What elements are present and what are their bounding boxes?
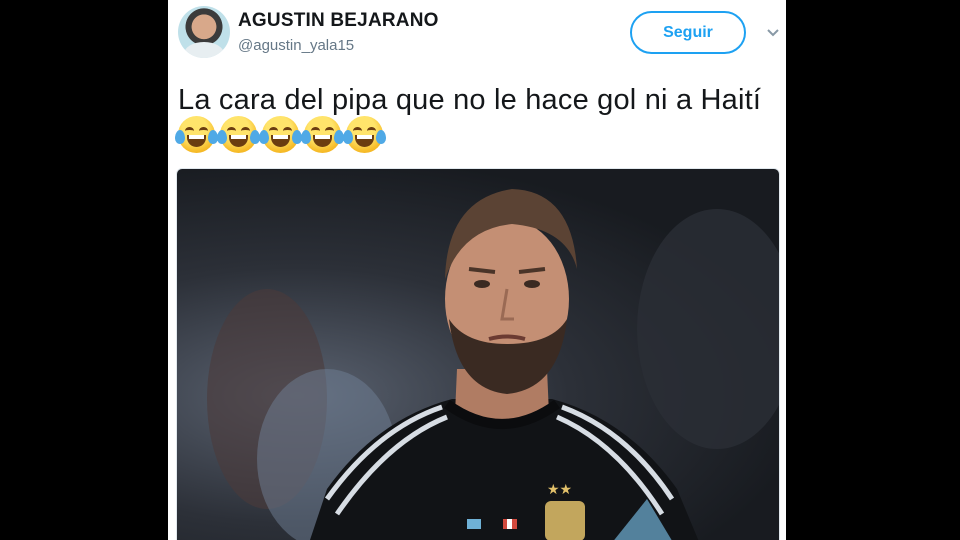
tweet-photo[interactable]: ★★	[176, 168, 780, 540]
emoji-row	[175, 116, 386, 153]
player-photo-illustration: ★★	[207, 189, 779, 540]
follow-button[interactable]: Seguir	[630, 11, 746, 54]
tears-of-joy-icon	[301, 116, 344, 153]
chevron-down-icon[interactable]	[766, 26, 780, 40]
tears-of-joy-icon	[217, 116, 260, 153]
display-name[interactable]: AGUSTIN BEJARANO	[238, 10, 439, 32]
tears-of-joy-icon	[259, 116, 302, 153]
tweet-card: AGUSTIN BEJARANO @agustin_yala15 Seguir …	[168, 0, 786, 540]
svg-text:★★: ★★	[547, 482, 572, 498]
avatar[interactable]	[178, 6, 230, 58]
user-handle[interactable]: @agustin_yala15	[238, 37, 354, 54]
tweet-text: La cara del pipa que no le hace gol ni a…	[178, 84, 762, 116]
tears-of-joy-icon	[175, 116, 218, 153]
tears-of-joy-icon	[343, 116, 386, 153]
avatar-shirt	[184, 42, 224, 58]
